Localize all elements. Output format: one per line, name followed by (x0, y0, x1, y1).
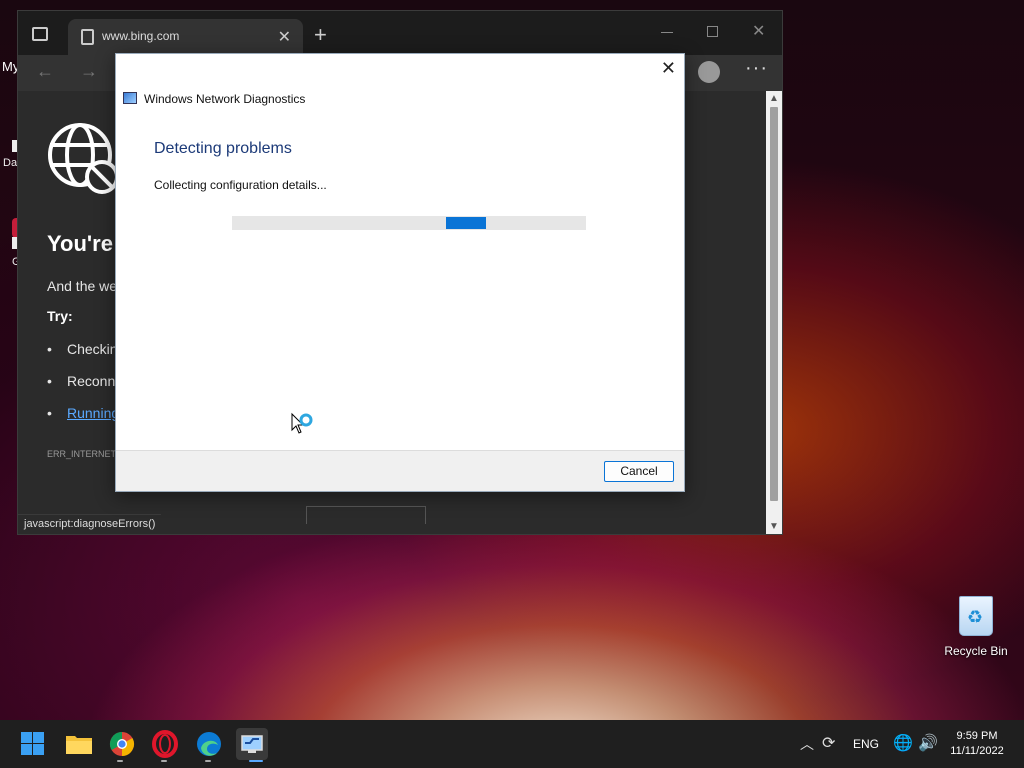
cancel-button[interactable]: Cancel (604, 461, 674, 482)
tab-title: www.bing.com (102, 29, 180, 43)
start-windows-icon[interactable] (18, 728, 50, 760)
sync-icon[interactable]: ⟳ (822, 733, 835, 753)
scroll-thumb[interactable] (770, 107, 778, 501)
scroll-down-arrow-icon[interactable]: ▼ (769, 521, 779, 532)
clock-time: 9:59 PM (956, 730, 998, 742)
dialog-title: Windows Network Diagnostics (144, 92, 306, 106)
profile-avatar-icon[interactable] (698, 61, 720, 83)
tab-actions-icon[interactable] (32, 27, 48, 41)
dialog-close-icon[interactable]: ✕ (661, 58, 676, 79)
error-code: ERR_INTERNET (47, 449, 117, 459)
tab-bar: www.bing.com ✕ + ✕ (18, 11, 782, 55)
error-description: And the we (47, 278, 118, 294)
details-button[interactable] (306, 506, 426, 524)
dialog-footer: Cancel (116, 450, 684, 491)
close-tab-icon[interactable]: ✕ (278, 27, 291, 47)
more-menu-icon[interactable]: ··· (745, 57, 768, 80)
show-hidden-icons-chevron-icon[interactable]: ︿ (800, 734, 814, 754)
maximize-icon[interactable] (707, 26, 718, 37)
tab-bing[interactable]: www.bing.com ✕ (68, 19, 303, 55)
suggestion-item: • Checkin (47, 341, 118, 357)
suggestion-item: • Reconne (47, 373, 124, 389)
recycle-bin[interactable]: ♻ Recycle Bin (940, 596, 1012, 658)
network-diagnostics-taskbar-icon[interactable] (236, 728, 268, 760)
running-indicator (205, 760, 211, 762)
diagnostics-link[interactable]: Running (67, 405, 119, 421)
edge-icon[interactable] (193, 728, 225, 760)
chrome-icon[interactable] (106, 728, 138, 760)
vertical-scrollbar[interactable]: ▲ ▼ (766, 91, 782, 534)
input-language[interactable]: ENG (853, 737, 879, 751)
minimize-icon[interactable] (661, 32, 673, 33)
dialog-status-text: Collecting configuration details... (154, 178, 327, 192)
error-heading: You're (47, 231, 113, 256)
volume-icon[interactable]: 🔊 (918, 733, 938, 753)
recycle-bin-icon: ♻ (959, 596, 993, 636)
suggestion-item: • Running (47, 405, 120, 421)
opera-icon[interactable] (149, 728, 181, 760)
file-explorer-icon[interactable] (63, 728, 95, 760)
new-tab-button[interactable]: + (314, 22, 327, 48)
clock-date: 11/11/2022 (950, 745, 1004, 757)
taskbar: ︿ ⟳ ENG 🌐 🔊 9:59 PM 11/11/2022 (0, 720, 1024, 768)
status-bar-url: javascript:diagnoseErrors() (18, 514, 162, 534)
forward-button[interactable]: → (80, 61, 98, 82)
blocked-page-icon (81, 29, 94, 45)
recycle-bin-label: Recycle Bin (944, 644, 1008, 658)
running-indicator (161, 760, 167, 762)
back-button[interactable]: ← (36, 61, 54, 82)
desktop-shortcut-label[interactable]: Da (3, 157, 17, 169)
try-label: Try: (47, 308, 73, 324)
running-indicator (117, 760, 123, 762)
dialog-heading: Detecting problems (154, 140, 292, 157)
active-indicator (249, 760, 263, 762)
progress-bar (232, 216, 586, 230)
window-close-icon[interactable]: ✕ (752, 21, 765, 41)
progress-fill (446, 217, 486, 229)
busy-cursor-icon (291, 412, 313, 434)
scroll-up-arrow-icon[interactable]: ▲ (769, 93, 779, 104)
network-globe-icon[interactable]: 🌐 (893, 733, 913, 753)
network-diagnostics-dialog: ✕ Windows Network Diagnostics Detecting … (115, 53, 685, 492)
network-diagnostics-icon (123, 92, 137, 104)
clock[interactable]: 9:59 PM 11/11/2022 (946, 729, 1008, 759)
no-internet-globe-icon (48, 123, 119, 194)
